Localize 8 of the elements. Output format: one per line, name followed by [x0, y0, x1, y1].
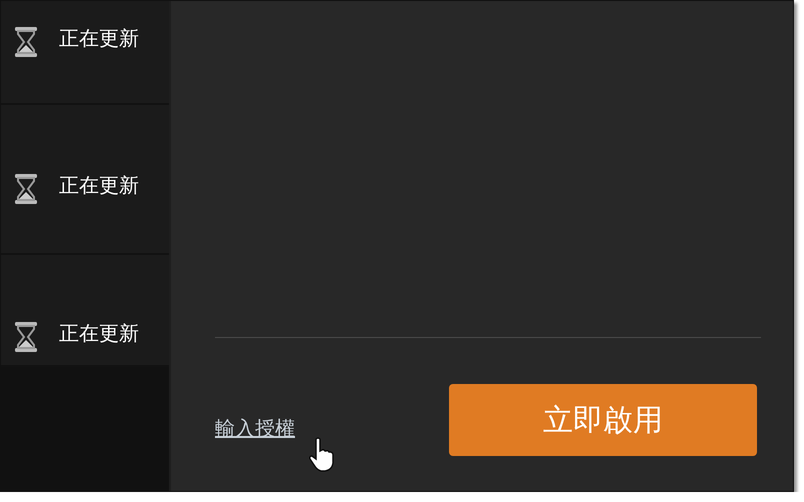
status-label: 正在更新	[59, 321, 139, 345]
status-label: 正在更新	[59, 173, 139, 197]
hourglass-icon	[13, 321, 39, 353]
hourglass-icon	[13, 26, 39, 58]
status-label: 正在更新	[59, 26, 139, 50]
hand-cursor-icon	[308, 437, 336, 473]
enter-license-link[interactable]: 輸入授權	[215, 415, 295, 442]
hourglass-icon	[13, 173, 39, 205]
